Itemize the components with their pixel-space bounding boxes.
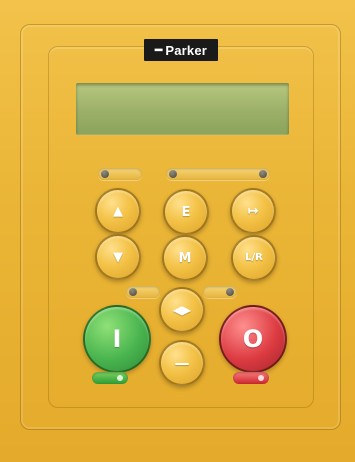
brand-logo: ━ Parker bbox=[144, 39, 218, 61]
brand-mark: ━ bbox=[154, 43, 163, 57]
status-led-center-right bbox=[259, 170, 267, 178]
keypad-panel: ━ Parker ▲ E ↦ ▼ M L/R ◀▶ — I O bbox=[0, 0, 355, 462]
lcd-display bbox=[76, 83, 289, 135]
local-remote-button[interactable]: L/R bbox=[231, 235, 277, 281]
down-button[interactable]: ▼ bbox=[95, 234, 141, 280]
led-strip-left bbox=[98, 168, 142, 180]
direction-button[interactable]: ◀▶ bbox=[159, 287, 205, 333]
led-strip-lower-left bbox=[126, 286, 160, 298]
led-strip-lower-right bbox=[203, 286, 237, 298]
status-led-center-left bbox=[169, 170, 177, 178]
enter-button[interactable]: E bbox=[163, 189, 209, 235]
jog-button[interactable]: — bbox=[159, 340, 205, 386]
status-led-left bbox=[101, 170, 109, 178]
direction-led-left bbox=[129, 288, 137, 296]
up-button[interactable]: ▲ bbox=[95, 188, 141, 234]
stop-button[interactable]: O bbox=[219, 305, 287, 373]
start-indicator bbox=[92, 372, 128, 384]
start-indicator-dot bbox=[117, 375, 123, 381]
start-button[interactable]: I bbox=[83, 305, 151, 373]
led-strip-center bbox=[166, 168, 270, 180]
stop-indicator-dot bbox=[258, 375, 264, 381]
forward-button[interactable]: ↦ bbox=[230, 188, 276, 234]
direction-led-right bbox=[226, 288, 234, 296]
menu-button[interactable]: M bbox=[162, 235, 208, 281]
stop-indicator bbox=[233, 372, 269, 384]
brand-name: Parker bbox=[165, 42, 208, 58]
